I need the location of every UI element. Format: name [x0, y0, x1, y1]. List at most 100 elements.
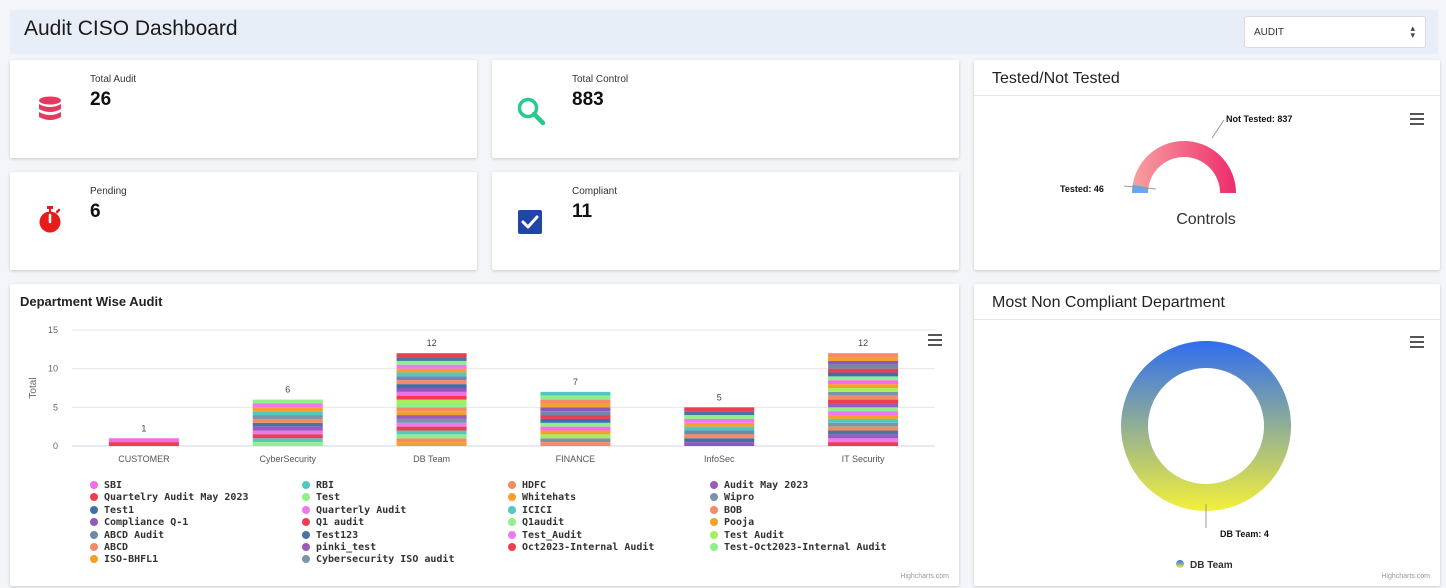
- legend-item[interactable]: Q1audit: [508, 517, 654, 529]
- bar-segment[interactable]: [684, 422, 755, 427]
- bar-segment[interactable]: [828, 388, 899, 392]
- bar-segment[interactable]: [828, 415, 899, 419]
- bar-segment[interactable]: [396, 426, 467, 431]
- bar-segment[interactable]: [540, 418, 611, 423]
- bar-segment[interactable]: [252, 403, 323, 408]
- bar-segment[interactable]: [828, 442, 899, 446]
- bar-segment[interactable]: [540, 391, 611, 396]
- bar-segment[interactable]: [828, 434, 899, 439]
- bar-segment[interactable]: [540, 438, 611, 443]
- bar-segment[interactable]: [828, 418, 899, 423]
- bar-segment[interactable]: [396, 403, 467, 408]
- bar-segment[interactable]: [252, 434, 323, 439]
- bar-segment[interactable]: [684, 426, 755, 431]
- bar-segment[interactable]: [684, 434, 755, 439]
- legend-item[interactable]: Compliance Q-1: [90, 517, 249, 529]
- bar-segment[interactable]: [396, 357, 467, 361]
- bar-segment[interactable]: [108, 438, 179, 443]
- bar-segment[interactable]: [252, 399, 323, 404]
- audit-select[interactable]: AUDIT ▴ ▾: [1244, 16, 1426, 48]
- bar-segment[interactable]: [684, 430, 755, 435]
- bar-segment[interactable]: [540, 395, 611, 400]
- bar-segment[interactable]: [828, 403, 899, 408]
- bar-segment[interactable]: [252, 415, 323, 419]
- bar-segment[interactable]: [396, 438, 467, 443]
- bar-segment[interactable]: [828, 376, 899, 381]
- legend-item[interactable]: Wipro: [710, 492, 887, 504]
- bar-segment[interactable]: [396, 422, 467, 427]
- legend-item[interactable]: ABCD Audit: [90, 530, 249, 542]
- bar-segment[interactable]: [828, 368, 899, 373]
- bar-segment[interactable]: [828, 411, 899, 416]
- bar-segment[interactable]: [252, 422, 323, 427]
- legend-item[interactable]: ICICI: [508, 505, 654, 517]
- bar-segment[interactable]: [396, 376, 467, 381]
- bar-segment[interactable]: [828, 357, 899, 361]
- bar-segment[interactable]: [396, 442, 467, 446]
- legend-item[interactable]: pinki_test: [302, 542, 454, 554]
- legend-item[interactable]: Test: [302, 492, 454, 504]
- bar-segment[interactable]: [828, 395, 899, 400]
- bar-segment[interactable]: [828, 399, 899, 404]
- bar-segment[interactable]: [540, 411, 611, 416]
- bar-segment[interactable]: [396, 430, 467, 435]
- bar-segment[interactable]: [396, 411, 467, 416]
- bar-segment[interactable]: [540, 442, 611, 446]
- bar-segment[interactable]: [396, 360, 467, 365]
- legend-item[interactable]: Whitehats: [508, 492, 654, 504]
- legend-item[interactable]: ABCD: [90, 542, 249, 554]
- bar-segment[interactable]: [396, 415, 467, 419]
- compliant-card[interactable]: Compliant 11: [492, 172, 959, 270]
- bar-segment[interactable]: [396, 368, 467, 373]
- bar-segment[interactable]: [684, 442, 755, 446]
- bar-segment[interactable]: [252, 438, 323, 443]
- bar-segment[interactable]: [684, 415, 755, 419]
- pending-card[interactable]: Pending 6: [10, 172, 477, 270]
- legend-item[interactable]: BOB: [710, 505, 887, 517]
- legend-item[interactable]: SBI: [90, 480, 249, 492]
- bar-segment[interactable]: [828, 438, 899, 443]
- legend-item[interactable]: HDFC: [508, 480, 654, 492]
- bar-segment[interactable]: [828, 353, 899, 358]
- legend-item[interactable]: Quartelry Audit May 2023: [90, 492, 249, 504]
- legend-item[interactable]: Test_Audit: [508, 530, 654, 542]
- bar-segment[interactable]: [252, 430, 323, 435]
- legend-item[interactable]: Test1: [90, 505, 249, 517]
- bar-segment[interactable]: [828, 422, 899, 427]
- legend-item[interactable]: Test123: [302, 530, 454, 542]
- bar-segment[interactable]: [684, 438, 755, 443]
- bar-segment[interactable]: [540, 407, 611, 412]
- bar-segment[interactable]: [540, 399, 611, 404]
- legend-item[interactable]: Oct2023-Internal Audit: [508, 542, 654, 554]
- bar-segment[interactable]: [828, 407, 899, 412]
- bar-segment[interactable]: [540, 430, 611, 435]
- bar-segment[interactable]: [396, 407, 467, 412]
- bar-segment[interactable]: [252, 407, 323, 412]
- bar-segment[interactable]: [396, 388, 467, 392]
- bar-segment[interactable]: [540, 403, 611, 408]
- bar-segment[interactable]: [252, 418, 323, 423]
- legend-item[interactable]: Cybersecurity ISO audit: [302, 554, 454, 566]
- bar-segment[interactable]: [396, 391, 467, 396]
- legend-item[interactable]: Q1 audit: [302, 517, 454, 529]
- legend-item[interactable]: Test-Oct2023-Internal Audit: [710, 542, 887, 554]
- legend-item[interactable]: Pooja: [710, 517, 887, 529]
- bar-segment[interactable]: [828, 391, 899, 396]
- bar-segment[interactable]: [540, 434, 611, 439]
- bar-segment[interactable]: [684, 411, 755, 416]
- bar-segment[interactable]: [396, 353, 467, 358]
- bar-segment[interactable]: [396, 399, 467, 404]
- bar-segment[interactable]: [396, 434, 467, 439]
- bar-segment[interactable]: [252, 426, 323, 431]
- bar-segment[interactable]: [540, 422, 611, 427]
- bar-segment[interactable]: [540, 415, 611, 419]
- bar-segment[interactable]: [396, 395, 467, 400]
- bar-segment[interactable]: [396, 372, 467, 377]
- bar-segment[interactable]: [540, 426, 611, 431]
- db-team-legend-item[interactable]: DB Team: [1190, 560, 1233, 571]
- bar-segment[interactable]: [828, 384, 899, 388]
- bar-segment[interactable]: [684, 418, 755, 423]
- bar-segment[interactable]: [396, 380, 467, 385]
- gauge-slice-not-tested[interactable]: [1132, 141, 1236, 193]
- total-audit-card[interactable]: Total Audit 26: [10, 60, 477, 158]
